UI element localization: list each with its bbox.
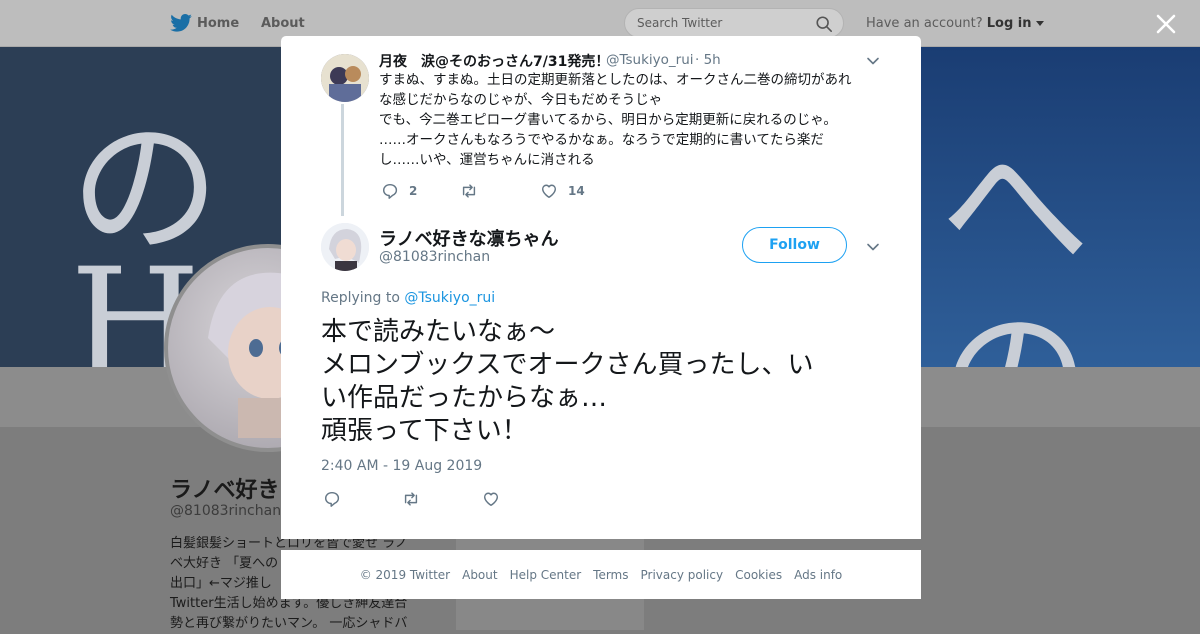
- search-box[interactable]: Search Twitter: [624, 8, 844, 38]
- tweet-line: ……オークさんもなろうでやるかなぁ。なろうで定期的に書いてたら楽だ: [379, 132, 824, 148]
- footer-link-privacy[interactable]: Privacy policy: [641, 568, 724, 582]
- close-icon[interactable]: [1154, 12, 1178, 36]
- parent-retweet-button[interactable]: [460, 182, 478, 200]
- nav-about-link[interactable]: About: [261, 16, 305, 31]
- tweet-line: し……いや、運営ちゃんに消される: [379, 152, 595, 168]
- parent-author-handle[interactable]: @Tsukiyo_rui: [606, 52, 694, 68]
- parent-timestamp[interactable]: · 5h: [695, 52, 721, 68]
- modal-footer: © 2019 Twitter About Help Center Terms P…: [281, 550, 921, 599]
- author-handle[interactable]: @81083rinchan: [379, 249, 490, 265]
- parent-tweet-text: すまぬ、すまぬ。土日の定期更新落としたのは、オークさん二巻の締切があれ な感じだ…: [379, 70, 877, 170]
- tweet-timestamp[interactable]: 2:40 AM - 19 Aug 2019: [321, 458, 482, 474]
- reply-icon: [324, 491, 340, 507]
- tweet-line: すまぬ、すまぬ。土日の定期更新落としたのは、オークさん二巻の締切があれ: [379, 72, 852, 88]
- banner-glyph: の: [940, 257, 1090, 367]
- like-icon: [541, 184, 557, 199]
- like-count: 14: [568, 184, 585, 198]
- parent-avatar[interactable]: [321, 54, 369, 102]
- thread-connector-line: [341, 104, 344, 216]
- footer-link-help-center[interactable]: Help Center: [510, 568, 582, 582]
- footer-link-terms[interactable]: Terms: [593, 568, 628, 582]
- retweet-icon: [404, 492, 418, 506]
- search-input[interactable]: Search Twitter: [637, 16, 722, 30]
- reply-count: 2: [409, 184, 418, 198]
- parent-avatar-image-icon: [321, 54, 369, 102]
- tweet-line: 頑張って下さい！: [321, 416, 528, 446]
- reply-button[interactable]: [323, 490, 341, 508]
- like-icon: [483, 492, 499, 507]
- follow-button[interactable]: Follow: [742, 227, 847, 263]
- replying-prefix: Replying to: [321, 290, 400, 306]
- chevron-down-icon[interactable]: [866, 240, 880, 254]
- like-button[interactable]: [482, 490, 500, 508]
- footer-copyright: © 2019 Twitter: [359, 567, 451, 582]
- caret-down-icon: [1035, 20, 1044, 26]
- tweet-line: メロンブックスでオークさん買ったし、い: [321, 350, 814, 380]
- footer-link-ads-info[interactable]: Ads info: [794, 568, 842, 582]
- retweet-icon: [462, 184, 476, 198]
- chevron-down-icon[interactable]: [866, 54, 880, 68]
- bio-line: 勢と再び繋がりたいマン。 一応シャドバ: [170, 616, 408, 631]
- tweet-line: でも、今二巻エピローグ書いてるから、明日から定期更新に戻れるのじゃ。: [379, 112, 837, 128]
- parent-reply-button[interactable]: 2: [381, 182, 417, 200]
- tweet-line: な感じだからなのじゃが、今日もだめそうじゃ: [379, 92, 663, 108]
- login-link[interactable]: Log in: [987, 16, 1032, 31]
- footer-link-about[interactable]: About: [462, 568, 497, 582]
- parent-author-name[interactable]: 月夜 涙@そのおっさん7/31発売！: [379, 51, 609, 71]
- footer-link-cookies[interactable]: Cookies: [735, 568, 782, 582]
- twitter-bird-icon[interactable]: [170, 14, 192, 32]
- tweet-line: 本で読みたいなぁ〜: [321, 317, 556, 347]
- replying-to-link[interactable]: @Tsukiyo_rui: [404, 290, 495, 306]
- tweet-line: い作品だったからなぁ…: [321, 383, 608, 413]
- author-avatar[interactable]: [321, 223, 369, 271]
- author-avatar-image-icon: [321, 223, 369, 271]
- tweet-text: 本で読みたいなぁ〜 メロンブックスでオークさん買ったし、い い作品だったからなぁ…: [321, 316, 866, 448]
- reply-icon: [382, 183, 398, 199]
- nav-home-link[interactable]: Home: [197, 16, 239, 31]
- have-account-text: Have an account?: [866, 16, 983, 31]
- replying-to: Replying to @Tsukiyo_rui: [321, 290, 495, 306]
- profile-handle: @81083rinchan: [170, 503, 282, 519]
- parent-like-button[interactable]: 14: [540, 182, 585, 200]
- author-name[interactable]: ラノベ好きな凛ちゃん: [379, 225, 559, 251]
- login-prompt[interactable]: Have an account? Log in: [866, 16, 1044, 31]
- retweet-button[interactable]: [402, 490, 420, 508]
- search-icon[interactable]: [815, 15, 833, 33]
